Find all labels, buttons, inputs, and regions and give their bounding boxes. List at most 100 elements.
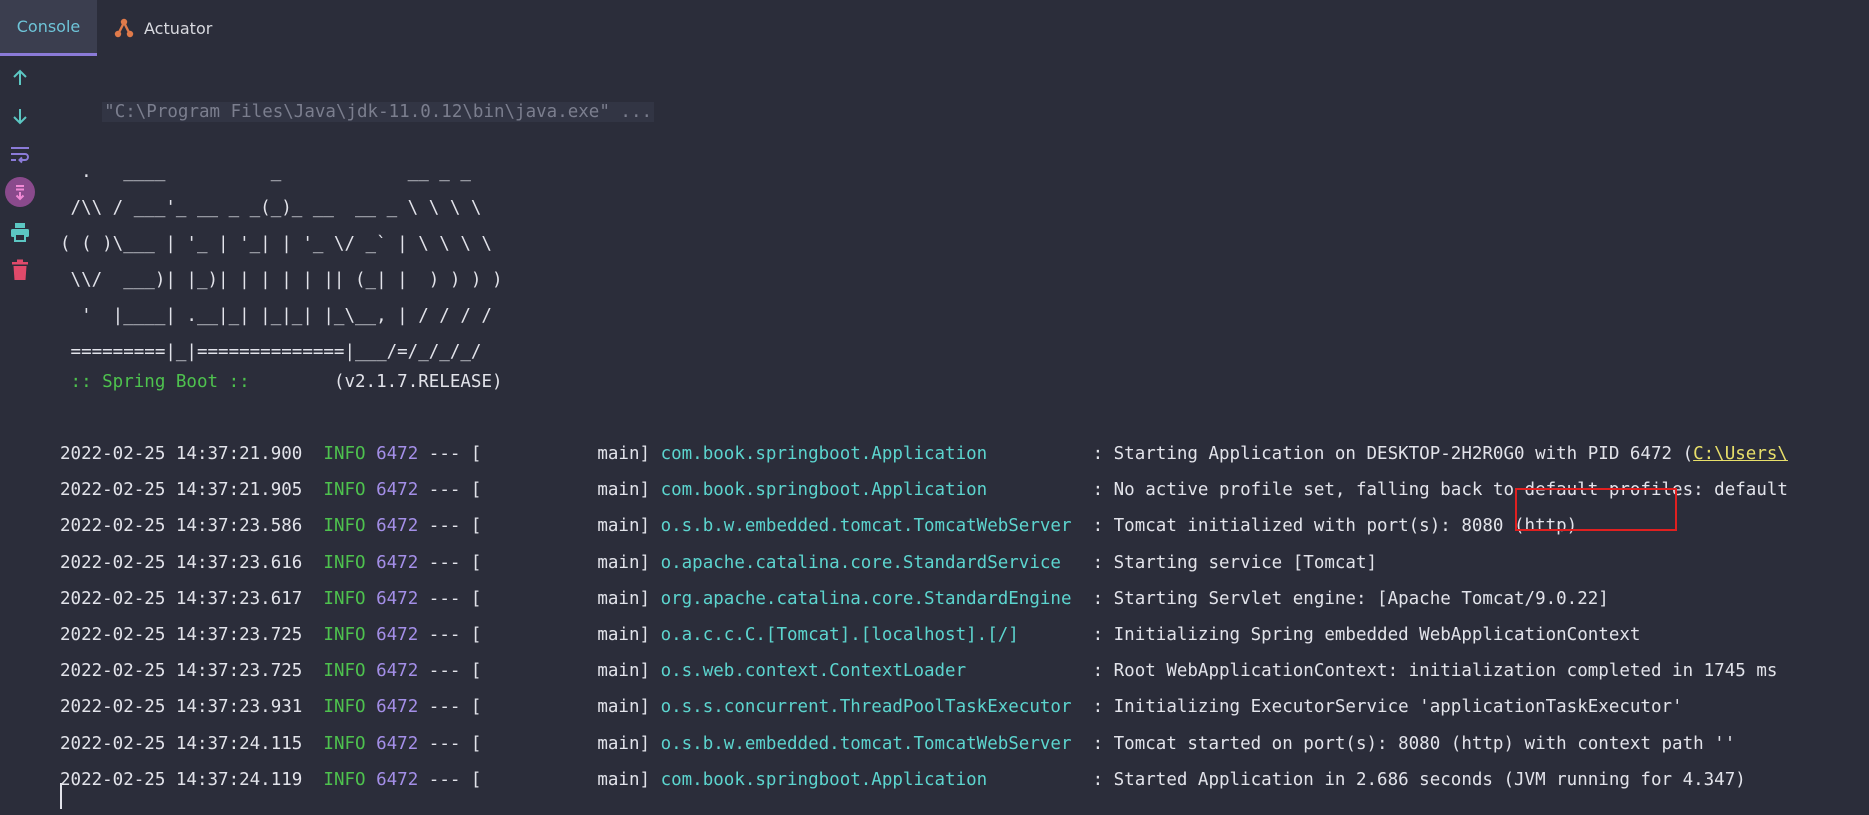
up-button[interactable] bbox=[4, 64, 36, 96]
banner-line: . ____ _ __ _ _ bbox=[60, 162, 471, 182]
log-thread: --- [ main] bbox=[418, 733, 661, 754]
log-line: 2022-02-25 14:37:24.119 INFO 6472 --- [ … bbox=[60, 762, 1746, 798]
scroll-to-end-icon bbox=[5, 177, 35, 211]
log-timestamp: 2022-02-25 14:37:23.931 bbox=[60, 697, 324, 718]
banner-line: ' |____| .__|_| |_|_| |_\__, | / / / / bbox=[60, 306, 492, 326]
log-pid: 6472 bbox=[376, 588, 419, 609]
log-message: : Started Application in 2.686 seconds (… bbox=[1092, 769, 1746, 790]
log-thread: --- [ main] bbox=[418, 769, 661, 790]
tab-console[interactable]: Console bbox=[0, 0, 97, 56]
log-thread: --- [ main] bbox=[418, 625, 661, 645]
log-logger: o.a.c.c.C.[Tomcat].[localhost].[/] bbox=[660, 625, 1093, 645]
log-level: INFO bbox=[323, 552, 377, 573]
log-level: INFO bbox=[323, 697, 377, 718]
spring-boot-label: :: Spring Boot :: bbox=[60, 372, 261, 392]
log-logger: o.s.b.w.embedded.tomcat.TomcatWebServer bbox=[660, 516, 1093, 537]
log-line: 2022-02-25 14:37:23.725 INFO 6472 --- [ … bbox=[60, 617, 1640, 653]
log-pid: 6472 bbox=[376, 661, 419, 682]
log-line: 2022-02-25 14:37:24.115 INFO 6472 --- [ … bbox=[60, 726, 1735, 762]
trash-icon bbox=[11, 259, 29, 285]
clear-button[interactable] bbox=[4, 256, 36, 288]
log-message: : Initializing ExecutorService 'applicat… bbox=[1092, 697, 1683, 718]
log-thread: --- [ main] bbox=[418, 697, 661, 718]
log-message: : Starting Servlet engine: [Apache Tomca… bbox=[1092, 588, 1609, 609]
log-pid: 6472 bbox=[376, 625, 419, 645]
log-level: INFO bbox=[323, 516, 377, 537]
spring-boot-version: (v2.1.7.RELEASE) bbox=[260, 372, 503, 392]
log-message: : No active profile set, falling back to… bbox=[1092, 480, 1788, 501]
spring-boot-version-line: :: Spring Boot :: (v2.1.7.RELEASE) bbox=[60, 364, 503, 400]
log-thread: --- [ main] bbox=[418, 661, 661, 682]
tab-actuator-label: Actuator bbox=[144, 18, 213, 38]
banner-line: /\\ / ___'_ __ _ _(_)_ __ __ _ \ \ \ \ bbox=[60, 198, 482, 218]
log-line: 2022-02-25 14:37:21.900 INFO 6472 --- [ … bbox=[60, 436, 1788, 472]
log-level: INFO bbox=[323, 588, 377, 609]
log-message: : Initializing Spring embedded WebApplic… bbox=[1092, 625, 1641, 645]
log-thread: --- [ main] bbox=[418, 588, 661, 609]
log-timestamp: 2022-02-25 14:37:23.725 bbox=[60, 661, 324, 682]
log-line: 2022-02-25 14:37:23.586 INFO 6472 --- [ … bbox=[60, 508, 1577, 544]
log-pid: 6472 bbox=[376, 516, 419, 537]
log-thread: --- [ main] bbox=[418, 480, 661, 501]
java-command[interactable]: "C:\Program Files\Java\jdk-11.0.12\bin\j… bbox=[102, 102, 655, 122]
command-line: "C:\Program Files\Java\jdk-11.0.12\bin\j… bbox=[60, 58, 655, 122]
log-message: : Root WebApplicationContext: initializa… bbox=[1092, 661, 1778, 682]
console-output[interactable]: "C:\Program Files\Java\jdk-11.0.12\bin\j… bbox=[60, 56, 1869, 815]
log-message: : Tomcat started on port(s): 8080 (http)… bbox=[1092, 733, 1736, 754]
tab-console-label: Console bbox=[16, 17, 81, 36]
log-logger: org.apache.catalina.core.StandardEngine bbox=[660, 588, 1093, 609]
log-thread: --- [ main] bbox=[418, 516, 661, 537]
scroll-to-end-button[interactable] bbox=[4, 177, 36, 211]
log-level: INFO bbox=[323, 661, 377, 682]
log-timestamp: 2022-02-25 14:37:21.905 bbox=[60, 480, 324, 501]
log-logger: com.book.springboot.Application bbox=[660, 769, 1093, 790]
log-logger: o.s.b.w.embedded.tomcat.TomcatWebServer bbox=[660, 733, 1093, 754]
log-level: INFO bbox=[323, 444, 377, 464]
arrow-down-icon bbox=[10, 106, 30, 130]
log-line: 2022-02-25 14:37:23.931 INFO 6472 --- [ … bbox=[60, 689, 1683, 725]
log-line: 2022-02-25 14:37:23.616 INFO 6472 --- [ … bbox=[60, 545, 1377, 581]
log-level: INFO bbox=[323, 769, 377, 790]
log-logger: o.s.s.concurrent.ThreadPoolTaskExecutor bbox=[660, 697, 1093, 718]
log-line: 2022-02-25 14:37:23.617 INFO 6472 --- [ … bbox=[60, 581, 1609, 617]
print-button[interactable] bbox=[4, 218, 36, 250]
log-pid: 6472 bbox=[376, 480, 419, 501]
port-highlight-box bbox=[1515, 488, 1677, 531]
log-timestamp: 2022-02-25 14:37:21.900 bbox=[60, 444, 324, 464]
log-pid: 6472 bbox=[376, 769, 419, 790]
soft-wrap-icon bbox=[9, 144, 31, 168]
log-level: INFO bbox=[323, 733, 377, 754]
log-path-link[interactable]: C:\Users\ bbox=[1693, 444, 1788, 464]
print-icon bbox=[9, 222, 31, 246]
soft-wrap-button[interactable] bbox=[4, 140, 36, 172]
log-timestamp: 2022-02-25 14:37:23.617 bbox=[60, 588, 324, 609]
tab-bar: Console Actuator bbox=[0, 0, 1869, 56]
log-pid: 6472 bbox=[376, 444, 419, 464]
log-line: 2022-02-25 14:37:23.725 INFO 6472 --- [ … bbox=[60, 653, 1777, 689]
log-timestamp: 2022-02-25 14:37:23.586 bbox=[60, 516, 324, 537]
log-pid: 6472 bbox=[376, 733, 419, 754]
log-logger: o.apache.catalina.core.StandardService bbox=[660, 552, 1093, 573]
log-timestamp: 2022-02-25 14:37:23.725 bbox=[60, 625, 324, 645]
log-level: INFO bbox=[323, 625, 377, 645]
log-pid: 6472 bbox=[376, 697, 419, 718]
text-caret bbox=[60, 783, 62, 809]
down-button[interactable] bbox=[4, 102, 36, 134]
log-message: : Starting service [Tomcat] bbox=[1092, 552, 1378, 573]
log-thread: --- [ main] bbox=[418, 552, 661, 573]
tab-actuator[interactable]: Actuator bbox=[112, 0, 222, 56]
log-timestamp: 2022-02-25 14:37:23.616 bbox=[60, 552, 324, 573]
log-logger: com.book.springboot.Application bbox=[660, 480, 1093, 501]
log-pid: 6472 bbox=[376, 552, 419, 573]
log-logger: o.s.web.context.ContextLoader bbox=[660, 661, 1093, 682]
arrow-up-icon bbox=[10, 68, 30, 92]
actuator-icon bbox=[112, 16, 136, 40]
log-message: : Tomcat initialized with port(s): 8080 … bbox=[1092, 516, 1578, 537]
log-timestamp: 2022-02-25 14:37:24.115 bbox=[60, 733, 324, 754]
log-logger: com.book.springboot.Application bbox=[660, 444, 1093, 464]
banner-line: ( ( )\___ | '_ | '_| | '_ \/ _` | \ \ \ … bbox=[60, 234, 492, 254]
log-level: INFO bbox=[323, 480, 377, 501]
log-timestamp: 2022-02-25 14:37:24.119 bbox=[60, 769, 324, 790]
console-toolbar bbox=[0, 56, 42, 815]
banner-line: \\/ ___)| |_)| | | | | || (_| | ) ) ) ) bbox=[60, 270, 503, 290]
